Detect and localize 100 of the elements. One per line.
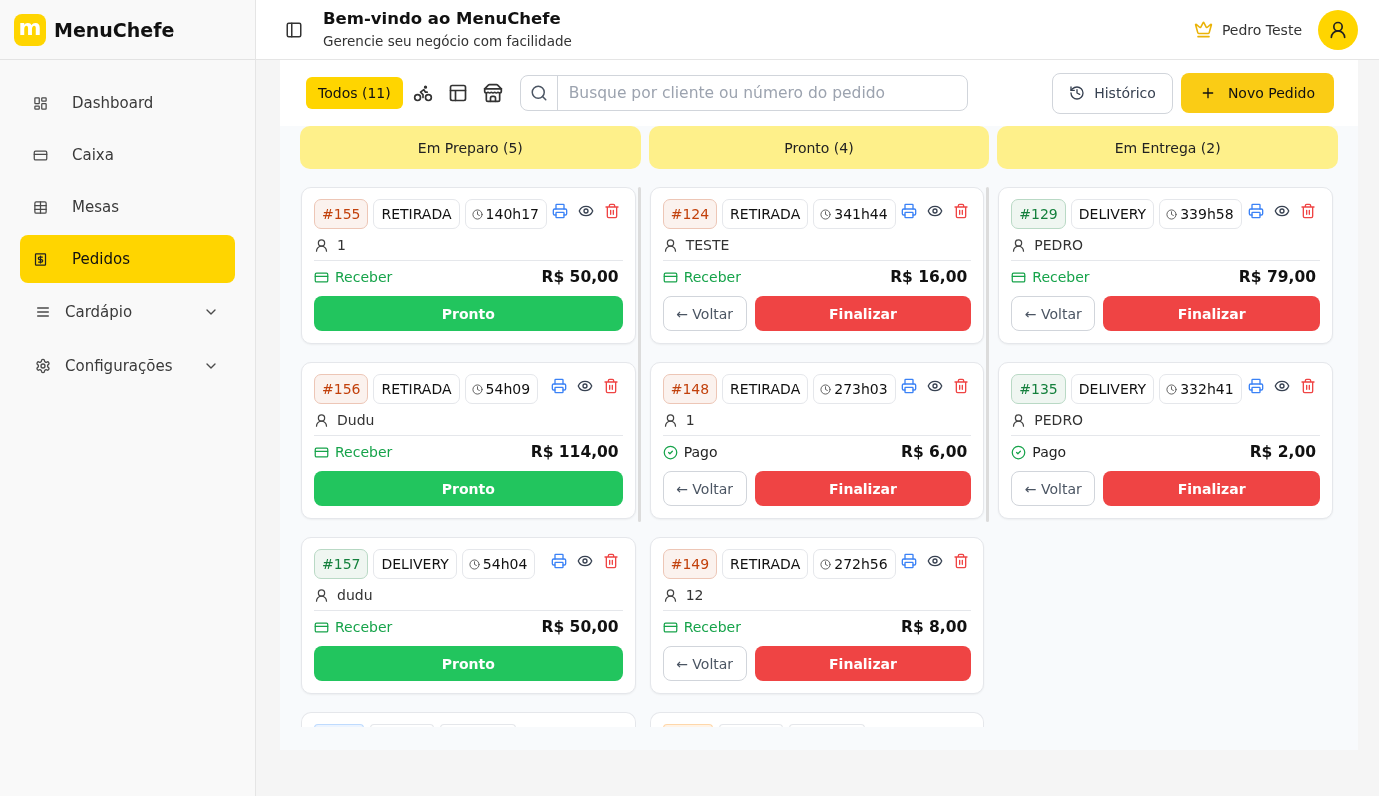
logo: m [14,13,46,46]
bike-icon [412,83,433,103]
order-number-tag: #129 [1011,199,1066,229]
back-button[interactable]: ← Voltar [662,296,747,331]
nav-item[interactable]: Pedidos [20,235,235,283]
order-card[interactable]: #129 DELIVERY 339h58 PEDRO Receber R$ 79,00 ← Voltar Finalizar [998,187,1333,344]
clock-icon [820,558,832,570]
eye-icon[interactable] [576,553,593,569]
printer-icon[interactable] [550,378,567,394]
nav-item[interactable]: Caixa [20,131,235,179]
payment-status: Pago [1032,444,1067,460]
printer-icon[interactable] [1248,378,1264,394]
order-card[interactable]: #135 DELIVERY 332h41 PEDRO Pago R$ 2,00 ← Voltar Finalizar [998,362,1333,519]
eye-icon[interactable] [576,378,593,394]
nav-item[interactable]: Dashboard [20,79,235,127]
trash-icon[interactable] [604,203,620,219]
user-icon [1011,237,1027,253]
printer-icon[interactable] [550,553,567,569]
trash-icon[interactable] [1300,203,1316,219]
finish-button[interactable]: Finalizar [754,646,972,681]
sidebar-toggle-icon[interactable] [285,20,303,39]
order-total: R$ 16,00 [890,268,968,286]
finish-button[interactable]: Finalizar [1103,471,1320,506]
order-card[interactable]: #157 DELIVERY 54h04 dudu Receber R$ 50,00 Pronto [301,537,636,694]
eye-icon[interactable] [1274,203,1290,219]
trash-icon[interactable] [952,378,969,394]
nav-item[interactable]: Mesas [20,183,235,231]
order-card[interactable]: #148 RETIRADA 273h03 1 Pago R$ 6,00 ← Voltar Finalizar [649,362,985,519]
order-number-tag: #156 [314,374,369,404]
credit-card-icon [662,619,678,635]
eye-icon[interactable] [926,378,943,394]
credit-card-icon [314,619,329,635]
customer-name: PEDRO [1034,412,1084,428]
clock-icon [1166,383,1178,395]
user-icon [662,587,678,603]
order-total: R$ 6,00 [900,443,968,461]
trash-icon[interactable] [1300,378,1316,394]
payment-status: Pago [683,444,718,460]
user-icon [662,237,678,253]
order-type-tag: DELIVERY [1070,199,1155,229]
finish-button[interactable]: Finalizar [1103,296,1320,331]
eye-icon[interactable] [1274,378,1290,394]
clock-icon [820,383,832,395]
order-total: R$ 50,00 [541,618,619,636]
back-button[interactable]: ← Voltar [662,646,747,681]
customer-name: 12 [685,587,704,603]
search-field[interactable]: Busque por cliente ou número do pedido [519,75,968,111]
trash-icon[interactable] [602,553,619,569]
app-name: MenuChefe [54,18,175,41]
filter-tab[interactable]: Todos (11) [306,77,403,109]
customer-name: dudu [337,587,373,603]
avatar[interactable] [1318,9,1358,50]
eye-icon[interactable] [578,203,594,219]
eye-icon[interactable] [926,203,943,219]
back-button[interactable]: ← Voltar [1011,471,1096,506]
printer-icon[interactable] [1248,203,1264,219]
credit-card-icon [314,269,329,285]
order-type-tag: RETIRADA [373,374,460,404]
clock-icon [1166,208,1178,220]
back-button[interactable]: ← Voltar [1011,296,1096,331]
printer-icon[interactable] [900,203,917,219]
order-card[interactable]: #156 RETIRADA 54h09 Dudu Receber R$ 114,00 Pronto [301,362,636,519]
nav-item[interactable]: Configurações [20,341,235,391]
customer-name: 1 [685,412,695,428]
column-header: Pronto (4) [648,126,990,169]
page-subtitle: Gerencie seu negócio com facilidade [323,32,572,49]
finish-button[interactable]: Finalizar [754,471,972,506]
history-button[interactable]: Histórico [1052,72,1173,114]
check-circle-icon [662,444,678,460]
order-card[interactable]: #124 RETIRADA 341h44 TESTE Receber R$ 16,00 ← Voltar Finalizar [649,187,985,344]
finish-button[interactable]: Finalizar [754,296,972,331]
order-number-tag: #157 [314,549,369,579]
order-total: R$ 8,00 [900,618,968,636]
check-circle-icon [1011,444,1027,460]
clock-icon [471,208,483,220]
user-icon [1011,412,1027,428]
trash-icon[interactable] [952,553,969,569]
trash-icon[interactable] [952,203,969,219]
user-icon [314,412,329,428]
printer-icon[interactable] [900,553,917,569]
back-button[interactable]: ← Voltar [662,471,747,506]
payment-status: Receber [335,444,393,460]
printer-icon[interactable] [552,203,568,219]
order-card[interactable]: #155 RETIRADA 140h17 1 Receber R$ 50,00 Pronto [301,187,636,344]
user-icon [314,237,329,253]
order-card[interactable]: #149 RETIRADA 272h56 12 Receber R$ 8,00 ← Voltar Finalizar [649,537,985,694]
new-order-button[interactable]: Novo Pedido [1180,73,1334,113]
payment-status: Receber [1032,269,1090,285]
nav-item[interactable]: Cardápio [20,287,235,337]
clock-icon [820,208,832,220]
eye-icon[interactable] [926,553,943,569]
payment-status: Receber [683,619,741,635]
customer-name: TESTE [685,237,730,253]
elapsed-time: 54h09 [485,381,531,397]
elapsed-time: 272h56 [834,556,888,572]
credit-card-icon [314,444,329,460]
printer-icon[interactable] [900,378,917,394]
payment-status: Receber [335,619,393,635]
trash-icon[interactable] [602,378,619,394]
table-icon [447,83,468,103]
